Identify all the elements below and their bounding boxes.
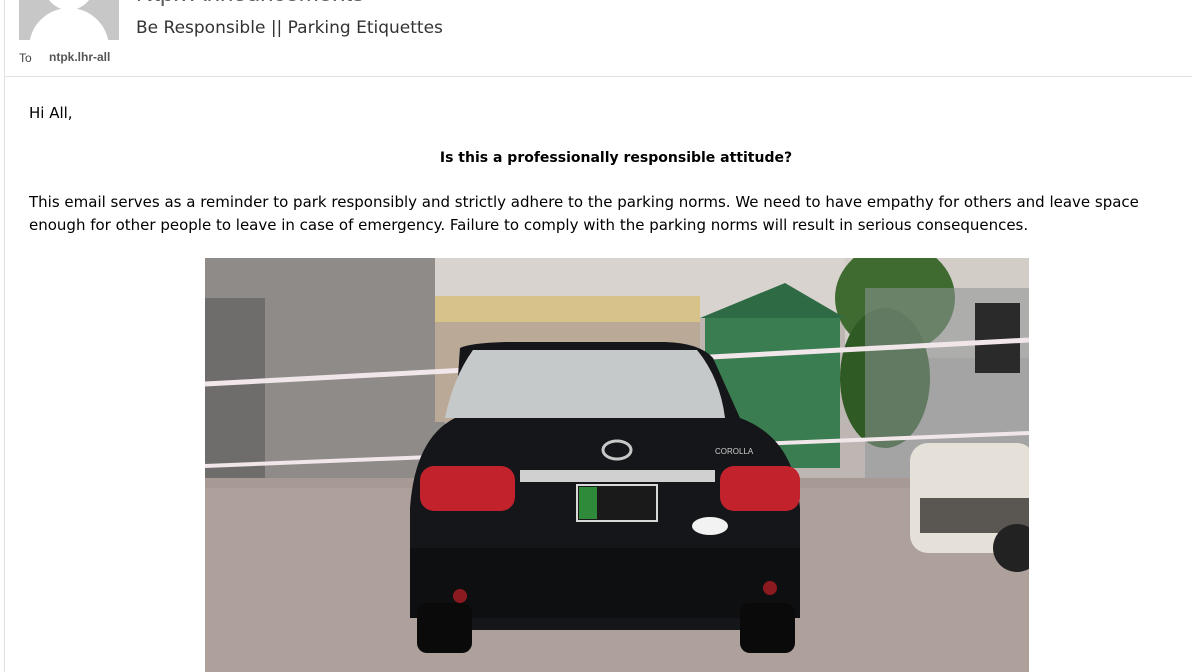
windshield-reflection: [445, 350, 725, 418]
recipient-link[interactable]: ntpk.lhr-all: [49, 50, 110, 64]
left-reflector: [453, 589, 467, 603]
license-plate-flag: [579, 487, 597, 519]
bumper-sticker: [692, 517, 728, 535]
question-heading: Is this a professionally responsible att…: [439, 150, 793, 166]
left-rear-tire: [417, 603, 472, 653]
left-tail-light: [420, 466, 515, 511]
awning: [435, 296, 700, 322]
right-rear-tire: [740, 603, 795, 653]
parked-car-photo: COROLLA: [205, 258, 1029, 672]
email-header: Ntpk Announcements Be Responsible || Par…: [0, 0, 1192, 77]
right-reflector: [763, 581, 777, 595]
body-paragraph: This email serves as a reminder to park …: [29, 193, 1139, 234]
greeting-text: Hi All,: [29, 104, 73, 122]
photo-illustration: COROLLA: [205, 258, 1029, 672]
to-label: To: [19, 51, 32, 65]
avatar-shoulders: [29, 8, 109, 40]
sender-name[interactable]: Ntpk Announcements: [136, 0, 364, 8]
left-border: [4, 0, 5, 672]
email-reading-pane: Ntpk Announcements Be Responsible || Par…: [0, 0, 1192, 672]
sign-board: [975, 303, 1020, 373]
right-tail-light: [720, 466, 800, 511]
car-model-badge: COROLLA: [715, 447, 754, 456]
chrome-trim: [520, 470, 715, 482]
left-window-frame: [205, 298, 265, 498]
email-subject: Be Responsible || Parking Etiquettes: [136, 18, 443, 38]
header-divider: [5, 76, 1192, 77]
sender-avatar-icon[interactable]: [19, 0, 119, 40]
